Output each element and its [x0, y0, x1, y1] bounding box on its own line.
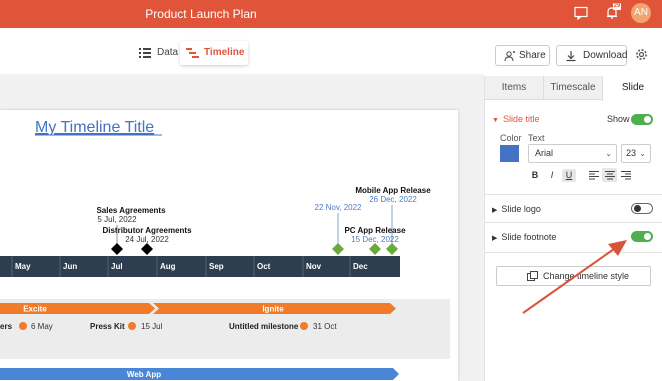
- divider: [484, 194, 662, 195]
- month-label: Oct: [257, 262, 271, 271]
- task-date: 15 Jul: [141, 322, 163, 331]
- chevron-down-icon: ⌄: [639, 149, 646, 158]
- tab-data-label: Data: [157, 47, 179, 58]
- font-select[interactable]: Arial ⌄: [528, 144, 617, 163]
- slide-footnote-section-header[interactable]: ▶ Slide footnote: [492, 232, 556, 242]
- gear-icon[interactable]: [635, 48, 648, 61]
- task-bar-label: Web App: [127, 370, 161, 379]
- slide-title-section-label: Slide title: [502, 114, 540, 124]
- milestone-name: Sales Agreements: [96, 206, 166, 215]
- month-label: Nov: [306, 262, 322, 271]
- show-label: Show: [607, 114, 630, 124]
- panel-tabs: Items Timescale Slide: [485, 76, 662, 101]
- slide-title-toggle[interactable]: [631, 114, 653, 125]
- milestone-date: 24 Jul, 2022: [125, 235, 169, 244]
- milestone-date: 26 Dec, 2022: [369, 195, 417, 204]
- notification-badge: 29: [613, 3, 621, 10]
- task-bar-label: Ignite: [262, 305, 284, 314]
- list-icon: [139, 48, 151, 58]
- slide-footnote-section-label: Slide footnote: [501, 232, 557, 242]
- task-name: Untitled milestone: [229, 322, 299, 331]
- share-label: Share: [519, 50, 546, 61]
- task-name: ers: [0, 322, 13, 331]
- chevron-down-icon: ⌄: [605, 149, 612, 158]
- month-label: Sep: [209, 262, 224, 271]
- task-bar[interactable]: [0, 368, 399, 380]
- italic-button[interactable]: I: [545, 169, 559, 182]
- font-value: Arial: [535, 148, 554, 158]
- view-tabs: Data Timeline: [0, 28, 484, 74]
- slide-logo-section-label: Slide logo: [501, 204, 541, 214]
- task-star-icon[interactable]: [128, 322, 136, 330]
- download-label: Download: [583, 50, 628, 61]
- slide-logo-toggle[interactable]: [631, 203, 653, 214]
- tab-timeline[interactable]: Timeline: [180, 41, 248, 65]
- timeline-slide[interactable]: My Timeline Title Sales Agreements 5 Jul…: [0, 110, 458, 381]
- tab-slide[interactable]: Slide: [602, 76, 662, 101]
- milestone-name: Mobile App Release: [355, 186, 431, 195]
- font-size-value: 23: [626, 148, 637, 158]
- download-icon: [566, 51, 576, 62]
- divider: [484, 252, 662, 253]
- align-left-icon[interactable]: [589, 170, 599, 180]
- change-timeline-style-button[interactable]: Change timeline style: [496, 266, 651, 286]
- task-bar-label: Excite: [23, 305, 47, 314]
- caret-right-icon: ▶: [492, 235, 498, 242]
- slide-title-section-header[interactable]: ▼ Slide title: [492, 114, 539, 124]
- task-date: 31 Oct: [313, 322, 337, 331]
- task-name: Press Kit: [90, 322, 125, 331]
- toggle-knob: [644, 116, 651, 123]
- timeline-icon: [186, 48, 199, 58]
- toggle-knob: [644, 233, 651, 240]
- tab-timeline-label: Timeline: [204, 47, 245, 58]
- task-date: 6 May: [31, 322, 53, 331]
- milestone-diamond[interactable]: [369, 243, 381, 255]
- app-title: Product Launch Plan: [145, 7, 257, 21]
- underline-button[interactable]: U: [562, 169, 576, 182]
- toggle-knob: [634, 205, 641, 212]
- share-people-icon: [504, 51, 515, 62]
- slide-title[interactable]: My Timeline Title: [35, 119, 154, 136]
- download-button[interactable]: Download: [556, 45, 627, 66]
- tab-items[interactable]: Items: [485, 76, 543, 100]
- change-timeline-style-label: Change timeline style: [543, 271, 630, 281]
- align-right-icon[interactable]: [621, 170, 631, 180]
- milestone-diamond[interactable]: [141, 243, 153, 255]
- align-center-icon[interactable]: [605, 170, 615, 180]
- month-label: Jun: [63, 262, 77, 271]
- share-button[interactable]: Share: [495, 45, 550, 66]
- month-label: Dec: [353, 262, 368, 271]
- milestone-diamond[interactable]: [111, 243, 123, 255]
- milestone-diamond[interactable]: [386, 243, 398, 255]
- title-color-swatch[interactable]: [500, 145, 519, 162]
- task-star-icon[interactable]: [300, 322, 308, 330]
- tab-timescale[interactable]: Timescale: [543, 76, 602, 100]
- font-size-select[interactable]: 23 ⌄: [621, 144, 651, 163]
- caret-right-icon: ▶: [492, 207, 498, 214]
- month-label: May: [15, 262, 31, 271]
- bold-button[interactable]: B: [528, 169, 542, 182]
- milestone-date: 5 Jul, 2022: [97, 215, 137, 224]
- slide-footnote-toggle[interactable]: [631, 231, 653, 242]
- milestone-name: PC App Release: [344, 226, 406, 235]
- milestone-diamond[interactable]: [332, 243, 344, 255]
- color-label: Color: [500, 133, 522, 143]
- app-header: Product Launch Plan 29 AN: [0, 0, 662, 28]
- month-label: Jul: [111, 262, 123, 271]
- milestone-name: Distributor Agreements: [102, 226, 192, 235]
- divider: [484, 222, 662, 223]
- text-label: Text: [528, 133, 545, 143]
- comment-icon[interactable]: [574, 6, 588, 20]
- avatar[interactable]: AN: [631, 3, 651, 23]
- milestone-date: 22 Nov, 2022: [315, 203, 363, 212]
- tab-data[interactable]: Data: [133, 41, 179, 65]
- style-icon: [527, 271, 538, 281]
- slide-logo-section-header[interactable]: ▶ Slide logo: [492, 204, 541, 214]
- month-label: Aug: [160, 262, 176, 271]
- task-star-icon[interactable]: [19, 322, 27, 330]
- timeline-graphic: My Timeline Title Sales Agreements 5 Jul…: [0, 119, 450, 380]
- caret-down-icon: ▼: [492, 117, 499, 124]
